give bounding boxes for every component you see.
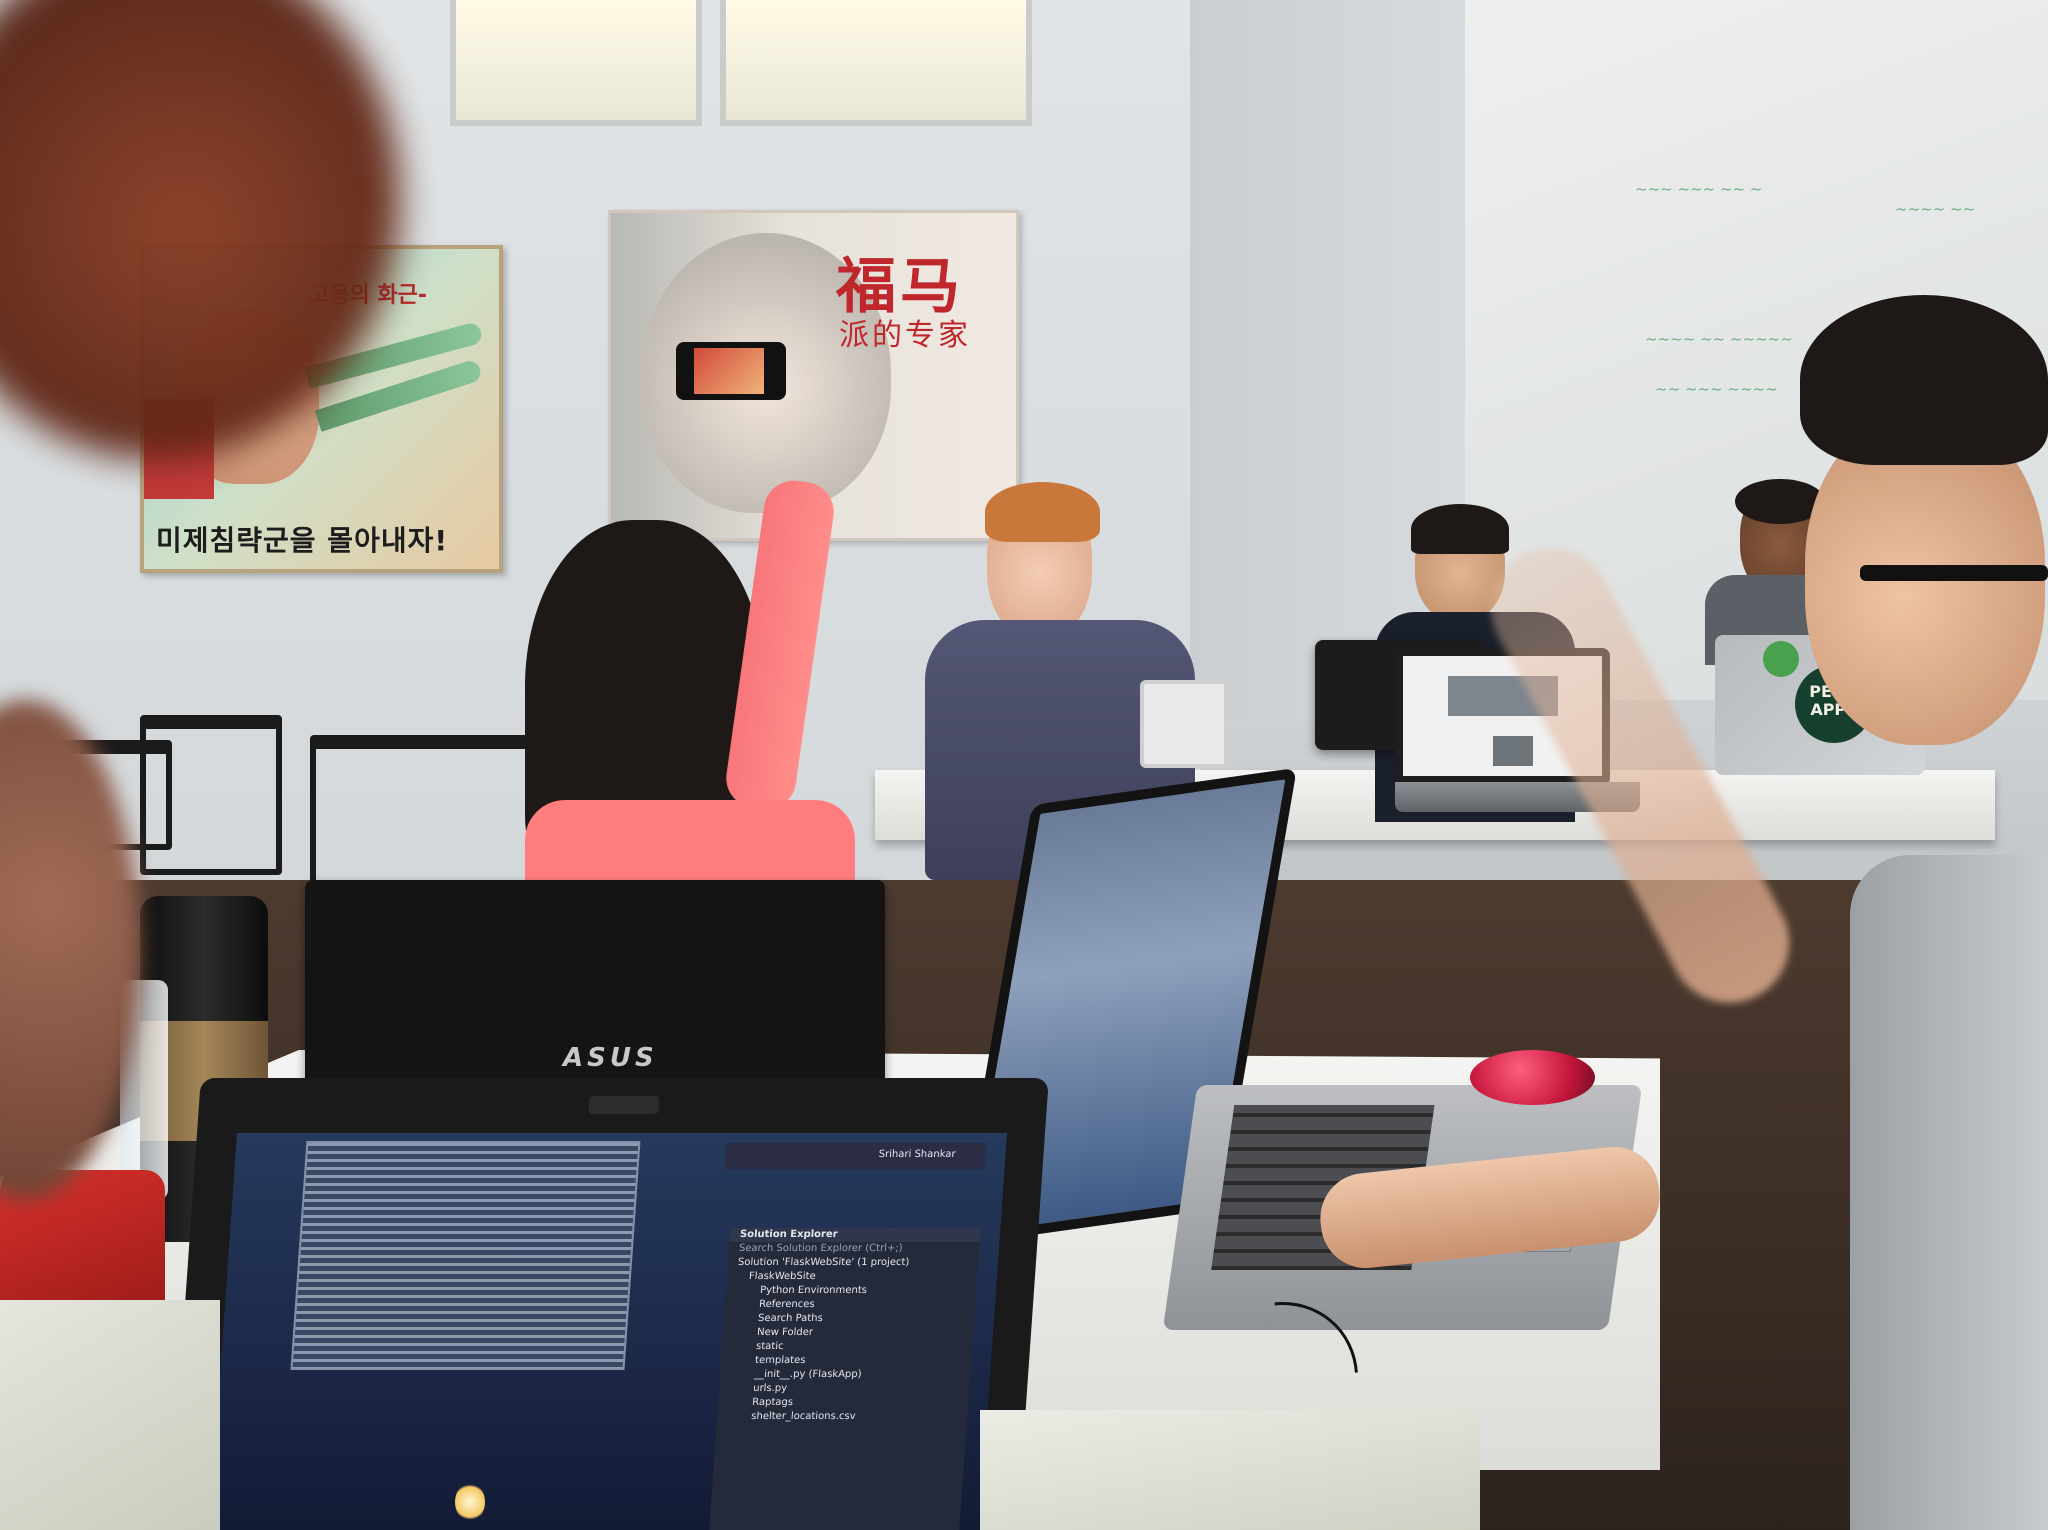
solution-explorer-panel[interactable]: Solution Explorer Search Solution Explor… bbox=[707, 1228, 981, 1530]
red-mouse bbox=[1470, 1050, 1595, 1105]
asus-logo: ASUS bbox=[563, 1043, 658, 1073]
phone bbox=[676, 342, 786, 400]
hair bbox=[1800, 295, 2048, 465]
whiteboard-writing: ~~~~ ~~ bbox=[1895, 200, 1976, 218]
whiteboard-writing: ~~~ ~~~ ~~ ~ bbox=[1635, 180, 1763, 198]
tree-item[interactable]: Search Paths bbox=[724, 1312, 975, 1326]
red-hair bbox=[985, 482, 1100, 542]
window-left bbox=[450, 0, 702, 126]
screen-content bbox=[1493, 736, 1533, 766]
window-right bbox=[720, 0, 1032, 126]
tree-item[interactable]: urls.py bbox=[719, 1382, 970, 1396]
terminal-window[interactable] bbox=[290, 1141, 641, 1370]
hair bbox=[1411, 504, 1509, 554]
tree-item[interactable]: templates bbox=[721, 1354, 972, 1368]
paper-bag bbox=[0, 1300, 220, 1530]
solution-explorer-search[interactable]: Search Solution Explorer (Ctrl+;) bbox=[728, 1242, 979, 1256]
screen-glare bbox=[455, 1482, 485, 1522]
solution-explorer-title: Solution Explorer bbox=[729, 1228, 981, 1242]
chinese-poster-subline: 派的专家 bbox=[839, 318, 971, 353]
hackathon-room-photo: ~~~ ~~~ ~~ ~ ~~~~ ~~ ~~~~~ ~~ ~~~ ~~~~ ~… bbox=[0, 0, 2048, 1530]
tree-item[interactable]: Raptags bbox=[718, 1396, 969, 1410]
webcam bbox=[588, 1096, 660, 1114]
signed-in-user[interactable]: Srihari Shankar bbox=[878, 1149, 956, 1160]
paper-bag bbox=[980, 1410, 1480, 1530]
phone-screen bbox=[694, 348, 764, 394]
tree-item[interactable]: References bbox=[725, 1298, 976, 1312]
tree-item[interactable]: Python Environments bbox=[725, 1284, 976, 1298]
tree-item[interactable]: FlaskWebSite bbox=[726, 1270, 977, 1284]
glasses bbox=[1860, 565, 2048, 581]
gray-tshirt bbox=[1850, 855, 2048, 1530]
woman-pink-shirt bbox=[525, 476, 855, 910]
front-laptop-screen: Srihari Shankar Solution Explorer Search… bbox=[207, 1133, 1008, 1530]
tree-item[interactable]: Solution 'FlaskWebSite' (1 project) bbox=[727, 1256, 978, 1270]
ide-titlebar: Srihari Shankar bbox=[724, 1143, 987, 1169]
tree-item[interactable]: static bbox=[722, 1340, 973, 1354]
front-laptop: Srihari Shankar Solution Explorer Search… bbox=[168, 1078, 1049, 1530]
tree-item[interactable]: __init__.py (FlaskApp) bbox=[720, 1368, 971, 1382]
tree-item[interactable]: New Folder bbox=[723, 1326, 974, 1340]
small-laptop-screen bbox=[1140, 680, 1228, 768]
korean-poster-slogan: 미제침략군을 몰아내자! bbox=[156, 524, 449, 557]
tree-item[interactable]: shelter_locations.csv bbox=[717, 1410, 968, 1424]
folding-chair bbox=[140, 715, 282, 875]
